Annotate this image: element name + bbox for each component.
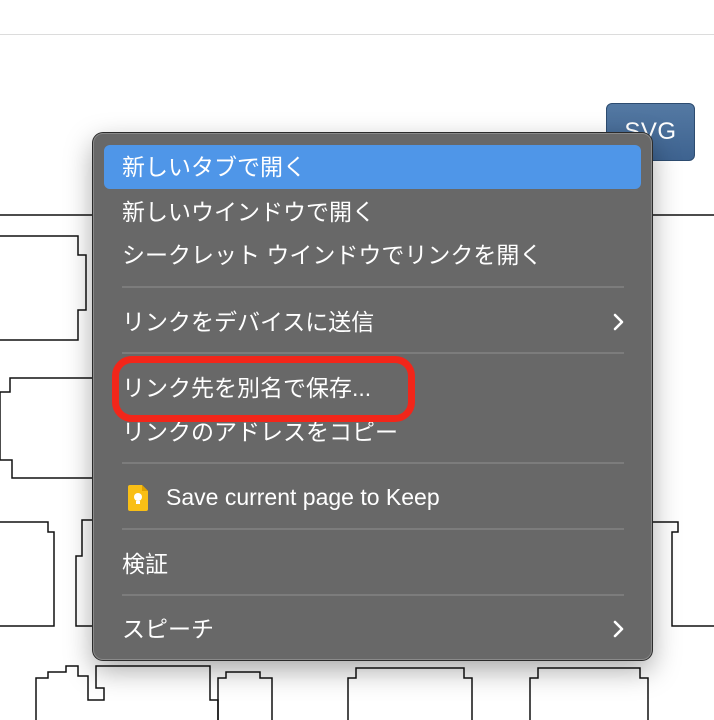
menu-item-label: 新しいウインドウで開く <box>122 199 375 225</box>
menu-item-copy-link-address[interactable]: リンクのアドレスをコピー <box>104 410 641 454</box>
menu-item-save-to-keep[interactable]: Save current page to Keep <box>104 475 641 519</box>
menu-item-label: 新しいタブで開く <box>122 154 306 180</box>
menu-item-speech[interactable]: スピーチ <box>104 607 641 651</box>
menu-separator <box>122 594 624 596</box>
menu-item-inspect[interactable]: 検証 <box>104 542 641 586</box>
menu-item-label: シークレット ウインドウでリンクを開く <box>122 242 543 268</box>
keep-icon <box>128 485 148 511</box>
menu-item-save-link-as[interactable]: リンク先を別名で保存... <box>104 366 641 410</box>
menu-item-send-to-devices[interactable]: リンクをデバイスに送信 <box>104 300 641 344</box>
browser-page: SVG 新しいタブで開く 新しいウインドウで開く シークレット ウインドウでリン… <box>0 0 714 720</box>
menu-separator <box>122 462 624 464</box>
menu-item-open-incognito[interactable]: シークレット ウインドウでリンクを開く <box>104 233 641 277</box>
header-divider <box>0 34 714 35</box>
menu-item-label: 検証 <box>122 551 168 577</box>
menu-item-label: リンクのアドレスをコピー <box>122 419 398 445</box>
menu-item-label: リンクをデバイスに送信 <box>122 309 375 335</box>
menu-separator <box>122 286 624 288</box>
chevron-right-icon <box>613 620 624 638</box>
menu-item-open-new-tab[interactable]: 新しいタブで開く <box>104 145 641 189</box>
menu-item-label: リンク先を別名で保存... <box>122 375 372 401</box>
menu-item-label: スピーチ <box>122 616 214 642</box>
chevron-right-icon <box>613 313 624 331</box>
context-menu: 新しいタブで開く 新しいウインドウで開く シークレット ウインドウでリンクを開く… <box>93 133 652 660</box>
menu-separator <box>122 528 624 530</box>
menu-item-open-new-window[interactable]: 新しいウインドウで開く <box>104 190 641 234</box>
menu-item-label: Save current page to Keep <box>166 484 440 510</box>
menu-separator <box>122 352 624 354</box>
